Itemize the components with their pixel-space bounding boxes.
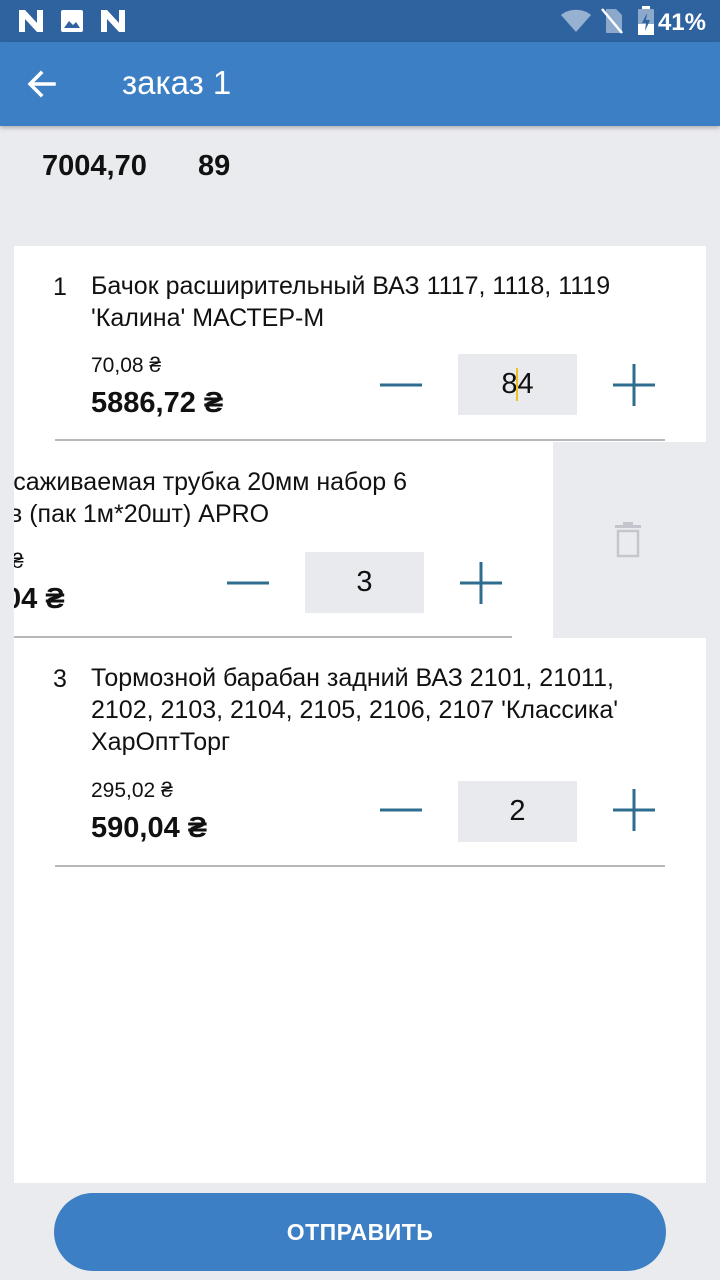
page-title: заказ 1	[122, 64, 232, 101]
status-bar: 41%	[0, 0, 720, 42]
unit-price: 295,02 ₴	[91, 779, 173, 802]
battery-percent: 41%	[657, 9, 706, 36]
wifi-icon	[561, 9, 591, 32]
item-name-line: ХарОптТорг	[91, 728, 231, 756]
list-item[interactable]: усаживаемая трубка 20мм набор 6 в (пак 1…	[14, 442, 553, 638]
item-name-line: в (пак 1м*20шт) APRO	[14, 500, 270, 528]
app-bar: заказ 1	[0, 42, 720, 126]
text-cursor	[516, 368, 518, 401]
minus-icon[interactable]	[218, 553, 278, 613]
quantity-value: 3	[356, 566, 373, 598]
item-name-line: 'Калина' МАСТЕР-М	[91, 304, 325, 332]
item-number: 1	[53, 273, 67, 301]
quantity-input[interactable]: 2	[458, 781, 577, 842]
minus-icon[interactable]	[371, 355, 431, 415]
no-sim-icon	[601, 8, 623, 34]
delete-item-button[interactable]	[553, 442, 706, 638]
quantity-input[interactable]: 3	[305, 552, 424, 613]
image-icon	[61, 10, 83, 32]
battery-charging-icon	[638, 6, 654, 35]
item-total-price: 590,04 ₴	[91, 812, 208, 844]
item-name-line: усаживаемая трубка 20мм набор 6	[14, 468, 408, 496]
quantity-input[interactable]: 84	[458, 354, 577, 415]
quantity-value: 2	[509, 795, 526, 827]
arrow-back-icon[interactable]	[22, 64, 62, 104]
plus-icon[interactable]	[604, 780, 664, 840]
item-name-line: 2102, 2103, 2104, 2105, 2106, 2107 'Клас…	[91, 696, 619, 724]
divider	[55, 865, 665, 867]
minus-icon[interactable]	[371, 780, 431, 840]
item-name-line: Бачок расширительный ВАЗ 1117, 1118, 111…	[91, 272, 611, 300]
list-item[interactable]: 3 Тормозной барабан задний ВАЗ 2101, 210…	[14, 638, 706, 1183]
n-app-icon	[101, 10, 125, 32]
item-total-price: 04 ₴	[14, 583, 65, 615]
item-number: 3	[53, 665, 67, 693]
trash-icon	[615, 522, 641, 558]
unit-price: ₴	[14, 550, 24, 573]
send-button[interactable]: ОТПРАВИТЬ	[54, 1193, 666, 1271]
plus-icon[interactable]	[604, 355, 664, 415]
plus-icon[interactable]	[451, 553, 511, 613]
divider	[55, 439, 665, 441]
list-item[interactable]: 1 Бачок расширительный ВАЗ 1117, 1118, 1…	[14, 246, 706, 442]
order-total: 7004,70	[42, 150, 147, 182]
unit-price: 70,08 ₴	[91, 354, 162, 377]
order-item-count: 89	[198, 150, 231, 182]
item-name-line: Тормозной барабан задний ВАЗ 2101, 21011…	[91, 664, 614, 692]
item-total-price: 5886,72 ₴	[91, 387, 224, 419]
n-app-icon	[19, 10, 43, 32]
